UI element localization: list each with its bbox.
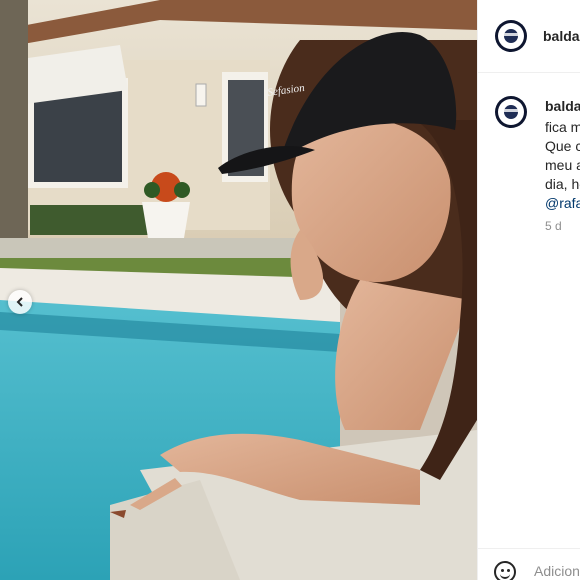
caption-mention-link[interactable]: @rafa: [545, 194, 580, 213]
comment-bar: [478, 548, 580, 580]
comment-input[interactable]: [534, 563, 580, 579]
caption-line: fica m: [545, 119, 580, 135]
post-caption: fica m Que c meu a dia, ho @rafa: [545, 118, 580, 213]
post-header: baldac: [478, 0, 580, 73]
previous-photo-button[interactable]: [8, 290, 32, 314]
caption-line: meu a: [545, 157, 580, 173]
header-username[interactable]: baldac: [543, 28, 580, 44]
caption-line: dia, ho: [545, 176, 580, 192]
caption-line: Que c: [545, 138, 580, 154]
profile-avatar[interactable]: [495, 20, 527, 52]
chevron-left-icon: [16, 297, 23, 307]
post-photo[interactable]: Sefasion: [0, 0, 477, 580]
post-timestamp: 5 d: [545, 219, 562, 233]
post-side-panel: baldac baldac fica m Que c meu a dia, ho…: [477, 0, 580, 580]
emoji-icon[interactable]: [494, 561, 516, 580]
caption-avatar[interactable]: [495, 96, 527, 128]
caption-username[interactable]: baldac: [545, 98, 580, 114]
